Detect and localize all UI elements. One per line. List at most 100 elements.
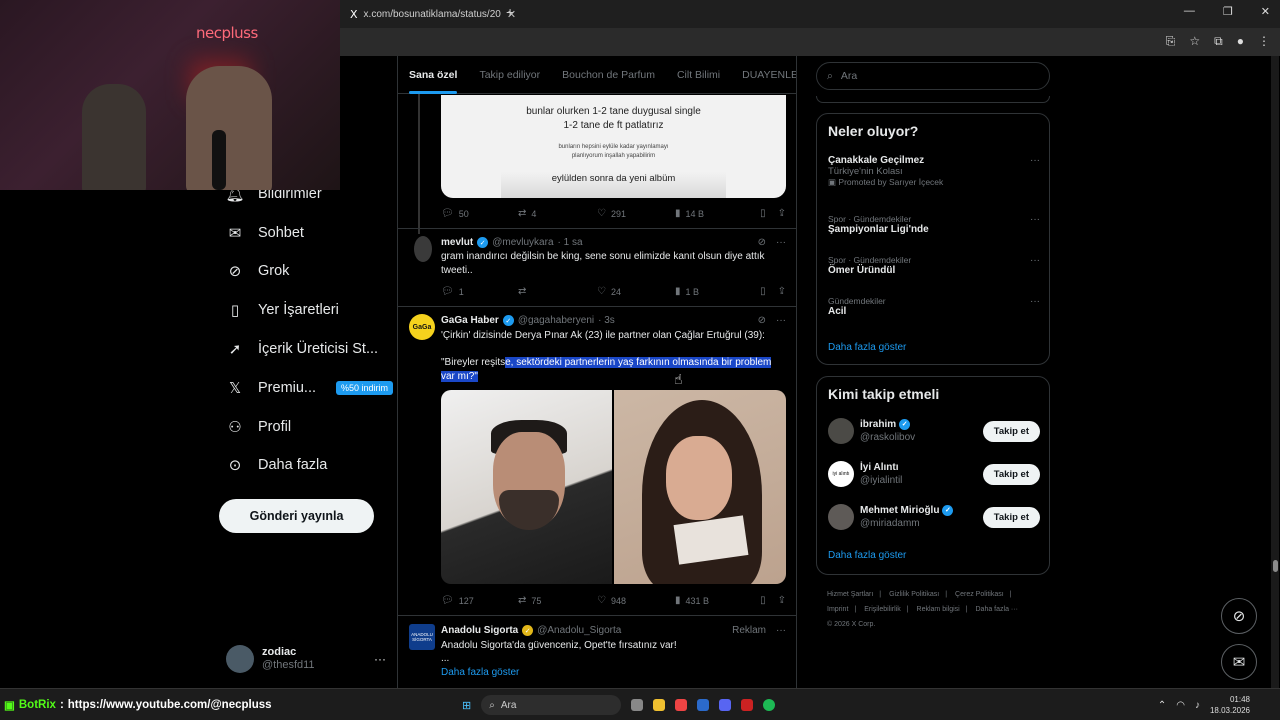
like-button[interactable]: ♡ 948 [597, 595, 675, 606]
footer-link[interactable]: Reklam bilgisi [917, 606, 960, 613]
menu-icon[interactable]: ⋮ [1258, 34, 1270, 49]
share-icon[interactable]: ⇪ [778, 595, 786, 606]
share-icon[interactable]: ⇪ [778, 286, 786, 297]
task-view-icon[interactable] [631, 699, 644, 711]
scrollbar[interactable] [1271, 56, 1279, 688]
messages-fab-icon[interactable]: ✉ [1221, 644, 1257, 680]
volume-icon[interactable]: ♪ [1195, 700, 1200, 711]
trend-item[interactable]: Gündemdekiler Acil ··· [828, 296, 1040, 317]
like-button[interactable]: ♡ 291 [597, 208, 675, 219]
follow-button[interactable]: Takip et [982, 420, 1040, 442]
nav-bookmarks[interactable]: ▯ Yer İşaretleri [226, 301, 339, 319]
explorer-icon[interactable] [653, 699, 666, 711]
show-more-link[interactable]: Daha fazla göster [828, 342, 906, 353]
views-button[interactable]: ▮ 431 B [675, 595, 758, 606]
steam-icon[interactable] [697, 699, 710, 711]
author-name[interactable]: GaGa Haber [441, 315, 499, 326]
clock[interactable]: 01:48 18.03.2026 [1210, 694, 1250, 716]
nav-creator-studio[interactable]: ➚ İçerik Üreticisi St... [226, 340, 378, 358]
photo-woman[interactable] [614, 390, 786, 584]
tweet-image[interactable]: bunlar olurken 1-2 tane duygusal single … [441, 95, 786, 198]
more-icon[interactable]: ··· [776, 625, 786, 636]
search-input[interactable]: ⌕ Ara [816, 62, 1050, 90]
more-icon[interactable]: ··· [1030, 255, 1040, 266]
chrome-icon[interactable] [675, 699, 688, 711]
tab-cilt-bilimi[interactable]: Cilt Bilimi [677, 69, 720, 81]
spotify-icon[interactable] [763, 699, 776, 711]
follow-button[interactable]: Takip et [982, 506, 1040, 528]
tab-for-you[interactable]: Sana özel [409, 69, 458, 94]
views-button[interactable]: ▮ 14 B [675, 208, 758, 219]
footer-link[interactable]: Imprint [827, 606, 848, 613]
more-icon[interactable]: ··· [374, 652, 386, 666]
footer-link[interactable]: Çerez Politikası [955, 591, 1004, 598]
tweet-photos[interactable] [441, 390, 786, 584]
follow-suggestion[interactable]: Mehmet Mirioğlu ✓ @miriadamm Takip et [828, 502, 1040, 532]
like-button[interactable]: ♡ 24 [597, 286, 675, 297]
follow-suggestion[interactable]: ibrahim ✓ @raskolibov Takip et [828, 416, 1040, 446]
nav-more[interactable]: ⊙ Daha fazla [226, 456, 328, 474]
taskbar-search[interactable]: ⌕ Ara [481, 695, 622, 715]
close-window-icon[interactable]: ✕ [1261, 5, 1270, 18]
extensions-icon[interactable]: ⧉ [1214, 34, 1223, 49]
author-handle[interactable]: @gagahaberyeni [518, 315, 594, 326]
account-switcher[interactable]: zodiac @thesfd11 ··· [226, 644, 386, 674]
avatar[interactable] [414, 236, 432, 262]
nav-profile[interactable]: ⚇ Profil [226, 418, 291, 436]
repost-button[interactable]: ⇄ 4 [518, 208, 597, 219]
nav-grok[interactable]: ⊘ Grok [226, 262, 290, 280]
footer-link[interactable]: Gizlilik Politikası [889, 591, 939, 598]
share-icon[interactable]: ⇪ [778, 208, 786, 219]
tab-bouchon[interactable]: Bouchon de Parfum [562, 69, 655, 81]
footer-link[interactable]: Daha fazla ··· [976, 606, 1018, 613]
more-icon[interactable]: ··· [776, 237, 786, 248]
wifi-icon[interactable]: ◠ [1176, 700, 1185, 711]
author-handle[interactable]: @Anadolu_Sigorta [537, 625, 621, 636]
repost-button[interactable]: ⇄ 75 [518, 595, 597, 606]
bookmark-icon[interactable]: ▯ [760, 286, 766, 297]
nav-chat[interactable]: ✉ Sohbet [226, 224, 304, 242]
app-icon[interactable] [741, 699, 754, 711]
reply-button[interactable]: 💬︎ 127 [441, 595, 518, 606]
photo-man[interactable] [441, 390, 612, 584]
show-more-link[interactable]: Daha fazla göster [441, 666, 786, 680]
more-icon[interactable]: ··· [1030, 214, 1040, 225]
show-more-link[interactable]: Daha fazla göster [828, 550, 906, 561]
tweet-time[interactable]: · 1 sa [558, 237, 583, 248]
bookmark-icon[interactable]: ▯ [760, 595, 766, 606]
trend-item[interactable]: Spor · Gündemdekiler Ömer Üründül ··· [828, 255, 1040, 276]
author-handle[interactable]: @mevluykara [492, 237, 553, 248]
tab-following[interactable]: Takip ediliyor [479, 69, 540, 81]
new-tab-button[interactable]: + [506, 4, 514, 20]
install-icon[interactable]: ⎘ [1166, 34, 1176, 49]
avatar[interactable]: GaGa [409, 314, 435, 340]
follow-button[interactable]: Takip et [982, 463, 1040, 485]
profile-icon[interactable]: ● [1237, 34, 1244, 49]
trend-item[interactable]: Çanakkale Geçilmez Türkiye'nin Kolası ▣ … [828, 155, 1040, 188]
tray-chevron-icon[interactable]: ⌃ [1158, 700, 1166, 711]
more-icon[interactable]: ··· [1030, 155, 1040, 166]
footer-link[interactable]: Hizmet Şartları [827, 591, 873, 598]
repost-button[interactable]: ⇄ [518, 286, 597, 297]
author-name[interactable]: Anadolu Sigorta [441, 625, 518, 636]
star-icon[interactable]: ☆ [1189, 34, 1200, 49]
grok-icon[interactable]: ⊘ [758, 315, 766, 326]
bookmark-icon[interactable]: ▯ [760, 208, 766, 219]
more-icon[interactable]: ··· [776, 315, 786, 326]
nav-premium[interactable]: 𝕏 Premiu... %50 indirim [226, 379, 394, 397]
browser-tab[interactable]: X x.com/bosunatiklama/status/20 ✕ [342, 2, 516, 26]
grok-icon[interactable]: ⊘ [758, 237, 766, 248]
follow-suggestion[interactable]: iyi alıntı İyi Alıntı @iyialintil Takip … [828, 459, 1040, 489]
windows-start-icon[interactable]: ⊞ [462, 699, 471, 712]
views-button[interactable]: ▮ 1 B [675, 286, 758, 297]
more-icon[interactable]: ··· [1030, 296, 1040, 307]
scrollbar-thumb[interactable] [1273, 560, 1278, 572]
author-name[interactable]: mevlut [441, 237, 473, 248]
tab-duayenler[interactable]: DUAYENLER [742, 69, 796, 81]
reply-button[interactable]: 💬︎ 1 [441, 286, 518, 297]
maximize-icon[interactable]: ❐ [1223, 5, 1233, 18]
reply-button[interactable]: 💬︎ 50 [441, 208, 518, 219]
tweet-time[interactable]: · 3s [598, 315, 615, 326]
minimize-icon[interactable]: — [1184, 5, 1195, 18]
trend-item[interactable]: Spor · Gündemdekiler Şampiyonlar Ligi'nd… [828, 214, 1040, 235]
